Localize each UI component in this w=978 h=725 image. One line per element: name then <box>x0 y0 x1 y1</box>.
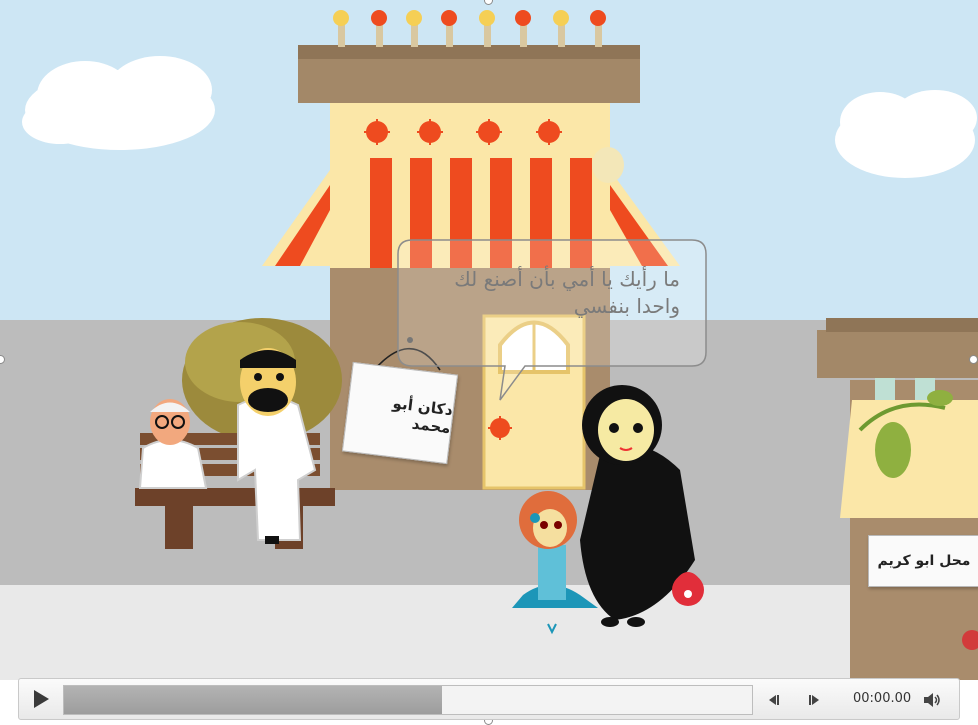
selection-handle[interactable] <box>969 355 978 364</box>
skip-forward-icon <box>809 695 819 705</box>
volume-button[interactable] <box>921 689 943 711</box>
speech-line-2: واحدا بنفسي <box>573 294 680 318</box>
roof-light <box>590 10 606 26</box>
roof-light <box>371 10 387 26</box>
speech-bubble-text: ما رأيك يا أمي بأن أصنع لك واحدا بنفسي <box>410 266 680 320</box>
shop-sign-right-label: محل ابو كريم <box>877 553 971 569</box>
skip-back-button[interactable] <box>763 689 785 711</box>
progress-fill <box>64 686 443 714</box>
shop-sign-main-label: دكان أبو محمد <box>391 394 454 438</box>
play-button[interactable] <box>27 685 55 713</box>
roof-light <box>553 10 569 26</box>
bird-ornament <box>592 147 624 183</box>
cloud-right <box>835 90 977 178</box>
roof-light <box>479 10 495 26</box>
roof-light <box>515 10 531 26</box>
speech-line-1: ما رأيك يا أمي بأن أصنع لك <box>454 267 680 291</box>
roof-light <box>441 10 457 26</box>
leaf-icon <box>875 422 911 478</box>
volume-icon <box>924 693 940 707</box>
shop-sign-right: محل ابو كريم <box>868 535 978 587</box>
street-scene <box>0 0 978 680</box>
play-icon <box>34 690 49 708</box>
skip-back-icon <box>769 695 779 705</box>
sidewalk <box>0 585 978 680</box>
slide-canvas: ما رأيك يا أمي بأن أصنع لك واحدا بنفسي د… <box>0 0 978 725</box>
progress-track[interactable] <box>63 685 753 715</box>
roof-light <box>333 10 349 26</box>
skip-forward-button[interactable] <box>803 689 825 711</box>
shop-sign-main: دكان أبو محمد <box>341 361 459 465</box>
roof-light <box>406 10 422 26</box>
media-controls: 00:00.00 <box>18 678 960 720</box>
time-display: 00:00.00 <box>853 691 912 706</box>
